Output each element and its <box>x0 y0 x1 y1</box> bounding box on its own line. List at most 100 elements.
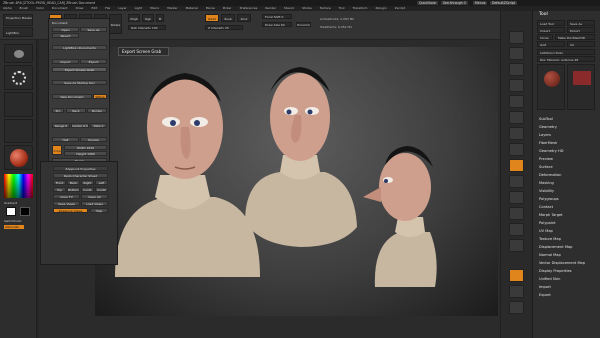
zadd-button[interactable]: Zadd <box>205 14 219 22</box>
z-intensity-slider[interactable]: Z Intensity 25 <box>205 25 243 30</box>
solo-icon[interactable] <box>509 301 524 314</box>
double-button[interactable]: Double <box>80 137 107 142</box>
color-picker[interactable] <box>4 174 33 198</box>
texture-thumbnail[interactable] <box>4 119 33 143</box>
tool-item-displacement-map[interactable]: Displacement Map <box>539 244 595 252</box>
tool-item-masking[interactable]: Masking <box>539 180 595 188</box>
make-polymesh-button[interactable]: Make PolyMesh3D <box>555 34 595 40</box>
tool-item-display-properties[interactable]: Display Properties <box>539 268 595 276</box>
scale-icon[interactable] <box>509 223 524 236</box>
rotate-icon[interactable] <box>509 239 524 252</box>
menus-button[interactable]: Menus <box>473 1 488 5</box>
tool-item-import[interactable]: Import <box>539 284 595 292</box>
revert-button[interactable]: Revert <box>52 33 79 38</box>
menu-alpha[interactable]: Alpha <box>3 6 12 10</box>
new-document-button[interactable]: New Document <box>52 94 92 99</box>
clear-all-button[interactable]: Clear All <box>81 194 108 199</box>
load-views-button[interactable]: Load Views <box>81 201 108 206</box>
switch-color-button[interactable]: SwitchColor <box>4 219 33 223</box>
actual-icon[interactable] <box>509 95 524 108</box>
front-view-button[interactable]: Front <box>53 180 66 185</box>
pro-button[interactable]: Pro <box>52 108 64 113</box>
main-color-swatch[interactable] <box>6 207 16 216</box>
goz-button[interactable]: GoZ <box>537 41 565 47</box>
height-slider[interactable]: Height 1080 <box>64 151 107 156</box>
current-tool-name[interactable]: Rpz_Fabrezio_antenna 48 <box>537 56 595 62</box>
border-button[interactable]: Border <box>87 108 107 113</box>
tool-item-texture-map[interactable]: Texture Map <box>539 236 595 244</box>
tool-item-surface[interactable]: Surface <box>539 164 595 172</box>
menu-zscript[interactable]: Zscript <box>395 6 405 10</box>
document-canvas[interactable] <box>95 47 498 316</box>
lightbox-documents-button[interactable]: LightBox>Documents <box>52 45 107 50</box>
menu-texture[interactable]: Texture <box>320 6 331 10</box>
material-thumbnail[interactable] <box>4 145 33 170</box>
center-slider[interactable]: Center 0.5 <box>71 123 89 128</box>
menu-draw[interactable]: Draw <box>76 6 84 10</box>
rgb-intensity-slider[interactable]: Rgb Intensity 100 <box>128 25 166 30</box>
help-button[interactable]: Help <box>90 208 108 213</box>
menu-edit[interactable]: Edit <box>91 6 97 10</box>
tool-item-geometry-hd[interactable]: Geometry HD <box>539 148 595 156</box>
rate-slider[interactable]: Rate 0 <box>90 123 107 128</box>
save-views-button[interactable]: Save Views <box>53 201 80 206</box>
frame-icon[interactable] <box>509 191 524 204</box>
polyf-icon[interactable] <box>509 269 524 282</box>
quicksave-button[interactable]: QuickSave <box>417 1 438 5</box>
menu-brush[interactable]: Brush <box>20 6 29 10</box>
top-view-button[interactable]: Top <box>53 187 66 192</box>
back-color-button[interactable]: Back <box>66 108 86 113</box>
menu-picker[interactable]: Picker <box>223 6 232 10</box>
import-button[interactable]: Import <box>52 59 79 64</box>
projection-master-button[interactable]: Projection Master <box>3 14 33 26</box>
zapplink-views-button[interactable]: ZAppLink Views <box>53 208 88 213</box>
focal-shift-slider[interactable]: Focal Shift 0 <box>262 14 292 19</box>
menu-zplugin[interactable]: Zplugin <box>375 6 386 10</box>
tool-save-as-button[interactable]: Save As <box>567 20 595 26</box>
save-as-button[interactable]: Save As <box>80 27 107 32</box>
tool-item-fibermesh[interactable]: FiberMesh <box>539 140 595 148</box>
menu-stencil[interactable]: Stencil <box>284 6 294 10</box>
tool-item-uv-map[interactable]: UV Map <box>539 228 595 236</box>
half-button[interactable]: Half <box>52 137 79 142</box>
lightbox-tools-button[interactable]: Lightbox>Tools <box>537 49 595 55</box>
menu-light[interactable]: Light <box>135 6 143 10</box>
goz-all-button[interactable]: All <box>567 41 595 47</box>
see-through-slider[interactable]: See-through 0 <box>441 1 468 5</box>
width-slider[interactable]: Width 1620 <box>64 145 107 150</box>
brush-thumbnail[interactable] <box>4 44 33 63</box>
xyz-icon[interactable] <box>509 175 524 188</box>
tool-item-contact[interactable]: Contact <box>539 204 595 212</box>
local-icon[interactable] <box>509 159 524 172</box>
cust2-view-button[interactable]: Cust2 <box>95 187 108 192</box>
range-slider[interactable]: Range 0 <box>52 123 70 128</box>
crop-button[interactable]: Crop <box>52 145 62 155</box>
aahalf-icon[interactable] <box>509 111 524 124</box>
tool-thumbnail-secondary[interactable] <box>567 64 595 110</box>
draw-size-slider[interactable]: Draw Size 64 <box>262 22 292 27</box>
tool-thumbnail-primary[interactable] <box>537 64 565 110</box>
alpha-thumbnail[interactable] <box>4 92 33 117</box>
bottom-view-button[interactable]: Bottom <box>67 187 80 192</box>
tool-item-export[interactable]: Export <box>539 292 595 300</box>
menu-material[interactable]: Material <box>186 6 198 10</box>
menu-transform[interactable]: Transform <box>353 6 368 10</box>
lightbox-button[interactable]: LightBox <box>3 27 33 37</box>
export-button[interactable]: Export <box>80 59 107 64</box>
menu-render[interactable]: Render <box>265 6 276 10</box>
alternate-button[interactable]: Alternate <box>4 225 24 229</box>
persp-icon[interactable] <box>509 127 524 140</box>
spix-icon[interactable] <box>509 47 524 60</box>
redo-character-sheet-button[interactable]: Redo Character Sheet <box>53 173 108 178</box>
tool-item-polygroups[interactable]: Polygroups <box>539 196 595 204</box>
tool-item-morph-target[interactable]: Morph Target <box>539 212 595 220</box>
cust1-view-button[interactable]: Cust1 <box>81 187 94 192</box>
bpr-icon[interactable] <box>509 31 524 44</box>
tool-item-polypaint[interactable]: Polypaint <box>539 220 595 228</box>
menu-movie[interactable]: Movie <box>206 6 215 10</box>
tool-item-deformation[interactable]: Deformation <box>539 172 595 180</box>
dynamic-button[interactable]: Dynamic <box>296 22 311 27</box>
tool-import-button[interactable]: Import <box>537 27 565 33</box>
clear-fv-button[interactable]: Clear FV <box>53 194 80 199</box>
transp-icon[interactable] <box>509 285 524 298</box>
